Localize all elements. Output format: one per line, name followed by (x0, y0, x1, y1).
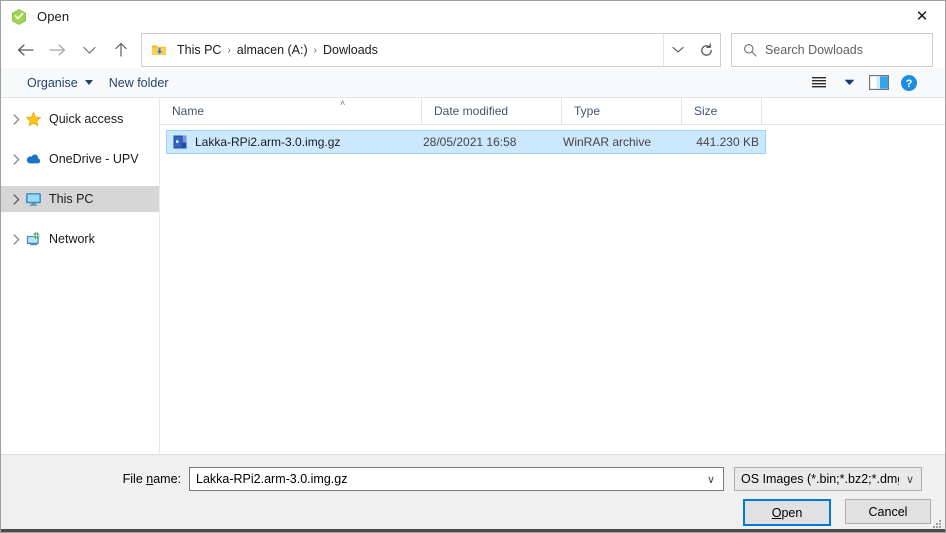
file-list-pane: Name Date modified Type Size ˄ Lakka-RPi… (160, 98, 945, 454)
file-size-cell: 441.230 KB (696, 135, 759, 149)
navigation-sidebar: Quick access OneDrive - UPV This PC Netw… (1, 98, 160, 454)
column-headers: Name Date modified Type Size ˄ (160, 98, 945, 125)
network-icon (26, 231, 40, 245)
star-icon (25, 111, 42, 126)
sidebar-item-label: Quick access (49, 112, 124, 126)
up-button[interactable] (105, 35, 137, 65)
sidebar-item-label: OneDrive - UPV (49, 152, 139, 166)
toolbar-view-controls: ? (805, 71, 935, 95)
search-icon (744, 44, 757, 57)
filename-label-pre: File (122, 472, 147, 486)
open-button-label: pen (781, 505, 803, 520)
filename-label: File name: (1, 472, 189, 486)
file-name-cell: Lakka-RPi2.arm-3.0.img.gz (167, 134, 423, 150)
breadcrumb-separator[interactable]: › (225, 45, 232, 56)
filename-input[interactable]: Lakka-RPi2.arm-3.0.img.gz ∨ (189, 467, 724, 491)
sidebar-item-label: Network (49, 232, 95, 246)
sidebar-item-network[interactable]: Network (1, 226, 159, 252)
chevron-right-icon[interactable] (7, 113, 25, 125)
monitor-icon (26, 192, 41, 206)
svg-text:?: ? (906, 78, 913, 90)
column-header-name[interactable]: Name (160, 98, 422, 124)
preview-pane-icon[interactable] (865, 71, 893, 95)
file-date-cell: 28/05/2021 16:58 (423, 135, 517, 149)
help-icon[interactable]: ? (895, 71, 923, 95)
sidebar-item-this-pc[interactable]: This PC (1, 186, 159, 212)
column-header-date-modified[interactable]: Date modified (422, 98, 562, 124)
recent-locations-button[interactable] (73, 35, 105, 65)
address-bar[interactable]: This PC › almacen (A:) › Dowloads (141, 33, 721, 67)
downloads-folder-icon (152, 45, 166, 55)
filename-value: Lakka-RPi2.arm-3.0.img.gz (196, 472, 348, 486)
file-type-filter-value: OS Images (*.bin;*.bz2;*.dmg;*. (741, 472, 899, 486)
address-bar-actions (663, 34, 720, 66)
column-header-size[interactable]: Size (682, 98, 762, 124)
forward-button[interactable] (41, 35, 73, 65)
title-bar: Open ✕ (1, 1, 945, 32)
chevron-down-icon[interactable] (664, 34, 692, 66)
breadcrumb: This PC › almacen (A:) › Dowloads (173, 41, 663, 59)
sidebar-item-label: This PC (49, 192, 94, 206)
search-box[interactable]: Search Dowloads (731, 33, 933, 67)
open-button[interactable]: Open (743, 499, 831, 526)
dialog-body: Quick access OneDrive - UPV This PC Netw… (1, 98, 945, 454)
view-options-chevron-down-icon[interactable] (835, 71, 863, 95)
chevron-right-icon[interactable] (7, 193, 25, 205)
dialog-footer: File name: Lakka-RPi2.arm-3.0.img.gz ∨ O… (1, 454, 945, 532)
file-type-cell: WinRAR archive (563, 135, 652, 149)
open-button-accelerator: O (771, 505, 782, 520)
open-file-dialog: Open ✕ This PC › almacen (A:) › Dowloads… (0, 0, 946, 533)
archive-icon (173, 135, 187, 149)
breadcrumb-item-this-pc[interactable]: This PC (173, 41, 225, 59)
etcher-hexagon-icon (12, 8, 26, 25)
sidebar-item-quick-access[interactable]: Quick access (1, 106, 159, 132)
window-bottom-edge (1, 529, 945, 532)
search-input[interactable]: Search Dowloads (765, 43, 863, 57)
new-folder-button[interactable]: New folder (101, 73, 177, 93)
filename-label-post: ame: (153, 472, 181, 486)
organise-button[interactable]: Organise (19, 73, 101, 93)
back-button[interactable] (9, 35, 41, 65)
sort-ascending-icon: ˄ (340, 98, 346, 108)
breadcrumb-item-dowloads[interactable]: Dowloads (319, 41, 382, 59)
filename-row: File name: Lakka-RPi2.arm-3.0.img.gz ∨ O… (1, 467, 945, 491)
organise-label: Organise (27, 75, 78, 90)
chevron-down-icon[interactable]: ∨ (707, 473, 715, 486)
column-header-type[interactable]: Type (562, 98, 682, 124)
chevron-right-icon[interactable] (7, 153, 25, 165)
close-icon[interactable]: ✕ (899, 1, 945, 32)
window-title: Open (37, 9, 70, 24)
file-name-text: Lakka-RPi2.arm-3.0.img.gz (195, 135, 341, 149)
resize-grip[interactable] (932, 519, 942, 529)
dialog-buttons: Open Cancel (743, 499, 931, 526)
breadcrumb-separator[interactable]: › (312, 45, 319, 56)
table-row[interactable]: Lakka-RPi2.arm-3.0.img.gz 28/05/2021 16:… (166, 130, 766, 154)
refresh-icon[interactable] (692, 34, 720, 66)
cloud-icon (26, 153, 41, 163)
chevron-right-icon[interactable] (7, 233, 25, 245)
cancel-button[interactable]: Cancel (845, 499, 931, 524)
chevron-down-icon: ∨ (905, 473, 914, 486)
list-view-icon[interactable] (805, 71, 833, 95)
file-type-filter-select[interactable]: OS Images (*.bin;*.bz2;*.dmg;*. ∨ (734, 467, 922, 491)
sidebar-item-onedrive[interactable]: OneDrive - UPV (1, 146, 159, 172)
chevron-down-icon (84, 80, 93, 85)
navigation-bar: This PC › almacen (A:) › Dowloads Search (1, 32, 945, 68)
breadcrumb-item-almacen[interactable]: almacen (A:) (233, 41, 312, 59)
column-header-filler (762, 98, 945, 124)
command-toolbar: Organise New folder ? (1, 68, 945, 98)
